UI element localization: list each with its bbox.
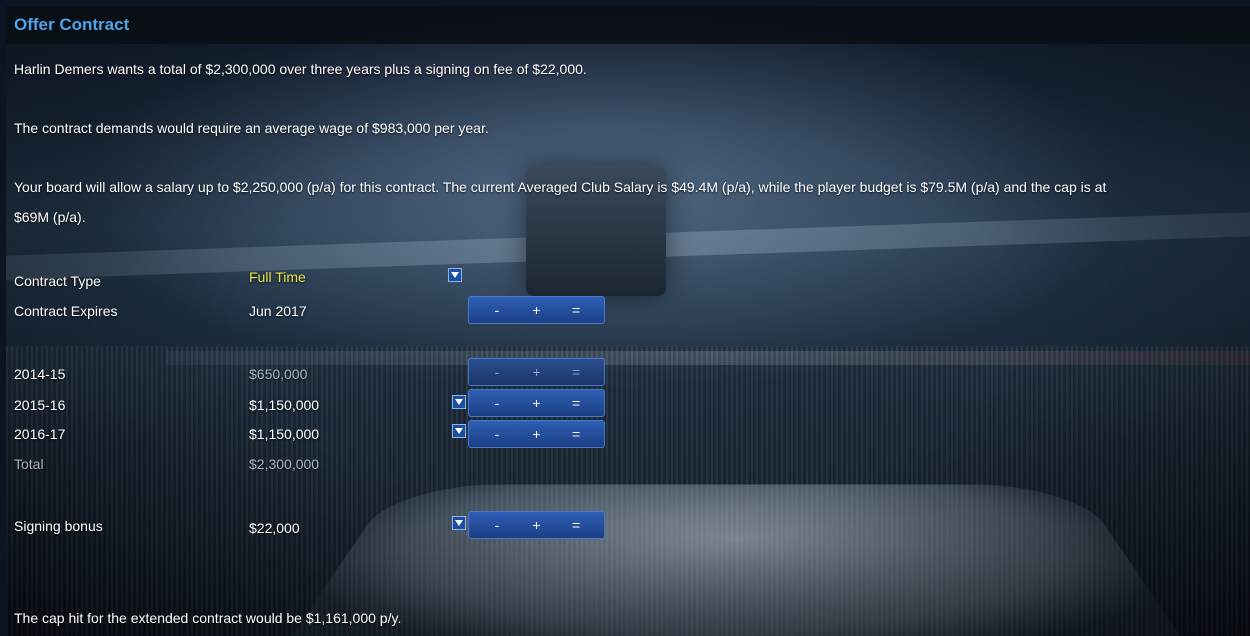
equalize-button[interactable]: = [566,302,586,318]
decrease-button[interactable]: - [487,364,507,380]
cap-hit-text: The cap hit for the extended contract wo… [14,610,402,626]
increase-button[interactable]: + [526,302,546,318]
total-value: $2,300,000 [249,456,320,472]
increase-button[interactable]: + [526,364,546,380]
decrease-button[interactable]: - [487,426,507,442]
season-label: 2014-15 [14,366,66,382]
equalize-button[interactable]: = [566,364,586,380]
decrease-button[interactable]: - [487,395,507,411]
season-label: 2015-16 [14,397,66,413]
arena-background [6,6,1250,636]
contract-expires-label: Contract Expires [14,303,118,319]
season-salary-dropdown-icon[interactable] [452,395,466,409]
season-salary-stepper: - + = [468,389,605,417]
panel-header: Offer Contract [6,6,1250,44]
signing-bonus-value: $22,000 [249,520,300,536]
season-salary-stepper: - + = [468,420,605,448]
equalize-button[interactable]: = [566,517,586,533]
season-salary: $1,150,000 [249,397,320,413]
equalize-button[interactable]: = [566,395,586,411]
average-wage-text: The contract demands would require an av… [14,120,489,136]
board-allowance-text-cont: $69M (p/a). [14,209,86,225]
equalize-button[interactable]: = [566,426,586,442]
decrease-button[interactable]: - [487,302,507,318]
increase-button[interactable]: + [526,517,546,533]
season-salary-stepper: - + = [468,358,605,386]
signing-bonus-dropdown-icon[interactable] [452,516,466,530]
contract-type-label: Contract Type [14,273,101,289]
decrease-button[interactable]: - [487,517,507,533]
increase-button[interactable]: + [526,426,546,442]
page-title: Offer Contract [14,15,130,34]
signing-bonus-stepper: - + = [468,511,605,539]
season-salary-dropdown-icon[interactable] [452,424,466,438]
signing-bonus-label: Signing bonus [14,518,103,534]
total-label: Total [14,456,44,472]
contract-expires-value: Jun 2017 [249,303,307,319]
vignette [6,6,1250,636]
season-salary: $1,150,000 [249,426,320,442]
contract-expires-stepper: - + = [468,296,605,324]
board-allowance-text: Your board will allow a salary up to $2,… [14,179,1107,195]
season-label: 2016-17 [14,426,66,442]
contract-type-dropdown-icon[interactable] [448,268,462,282]
demand-summary: Harlin Demers wants a total of $2,300,00… [14,61,587,77]
season-salary: $650,000 [249,366,308,382]
contract-type-value[interactable]: Full Time [249,269,306,285]
increase-button[interactable]: + [526,395,546,411]
